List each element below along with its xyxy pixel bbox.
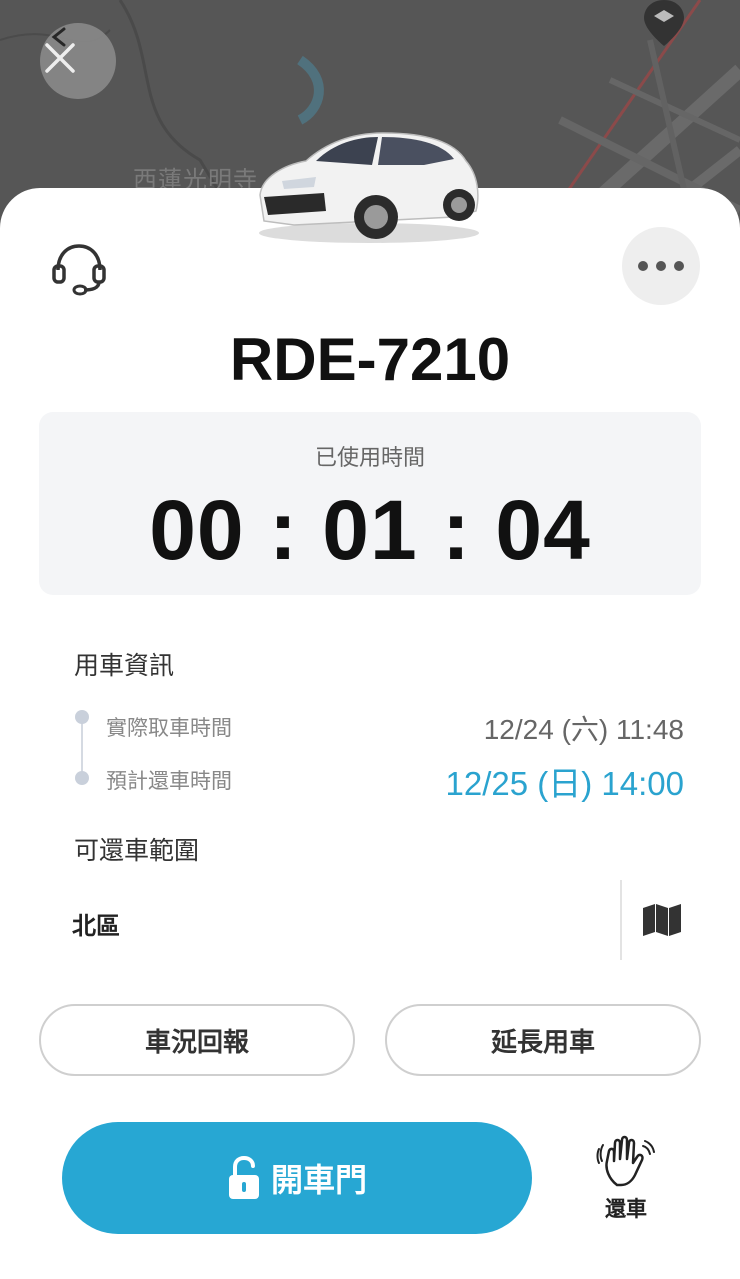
extend-rental-label: 延長用車 — [490, 1027, 595, 1058]
unlock-door-button[interactable]: 開車門 — [62, 1122, 532, 1234]
unlock-door-label: 開車門 — [270, 1161, 367, 1199]
return-area-value: 北區 — [72, 912, 120, 940]
license-plate: RDE-7210 — [229, 326, 511, 393]
condition-report-button[interactable]: 車況回報 — [39, 1004, 355, 1076]
return-time-label: 預計還車時間 — [106, 769, 232, 793]
close-icon — [45, 27, 75, 73]
timer-value: 00 : 01 : 04 — [149, 483, 591, 577]
return-time-value[interactable]: 12/25 (日) 14:00 — [446, 757, 684, 805]
timeline-dot-return — [75, 771, 89, 785]
wave-hand-icon — [596, 1135, 655, 1187]
extend-rental-button[interactable]: 延長用車 — [385, 1004, 701, 1076]
usage-timer-card: 已使用時間 00 : 01 : 04 — [39, 412, 701, 595]
pickup-time-value: 12/24 (六) 11:48 — [483, 714, 684, 745]
car-image — [254, 125, 484, 245]
rental-info-title: 用車資訊 — [74, 651, 175, 680]
pickup-time-label: 實際取車時間 — [106, 716, 232, 740]
more-button[interactable] — [622, 227, 700, 305]
return-area-title: 可還車範圍 — [74, 836, 200, 865]
unlock-icon — [228, 1156, 259, 1199]
headset-icon[interactable] — [50, 240, 108, 300]
more-icon — [638, 261, 648, 271]
timer-label: 已使用時間 — [314, 446, 425, 471]
condition-report-label: 車況回報 — [144, 1027, 249, 1058]
area-divider — [620, 880, 622, 960]
folded-map-icon[interactable] — [642, 904, 682, 940]
timeline-line — [81, 716, 83, 778]
timeline-dot-pickup — [75, 710, 89, 724]
return-car-label: 還車 — [605, 1197, 647, 1221]
return-car-button[interactable]: 還車 — [590, 1135, 662, 1230]
close-button[interactable] — [40, 23, 116, 99]
